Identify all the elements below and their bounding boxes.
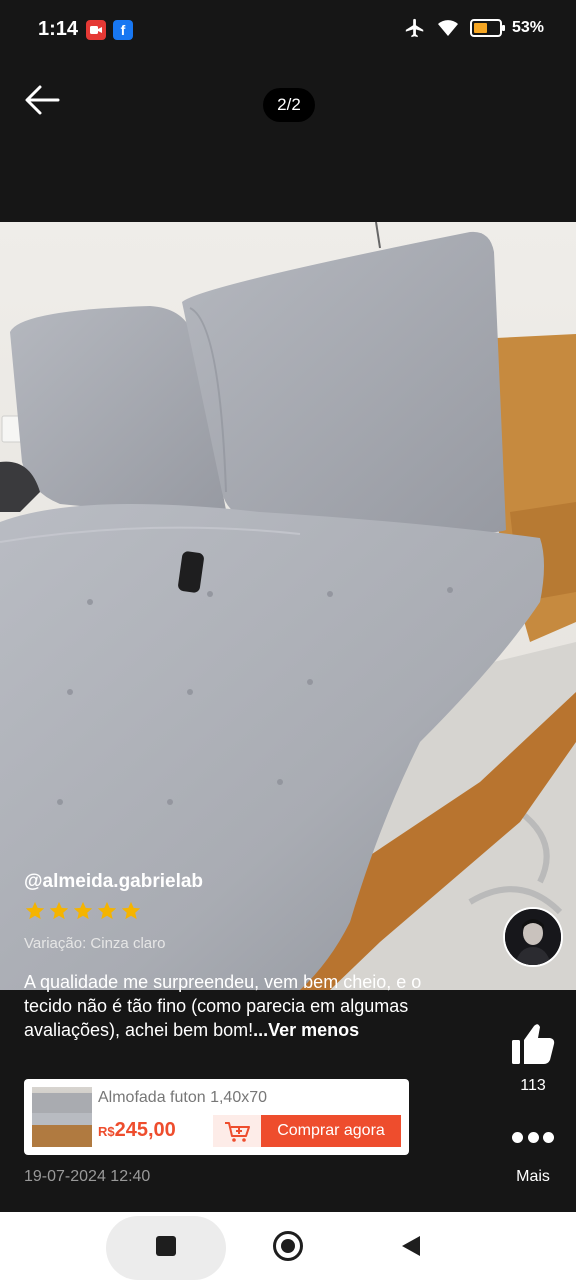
status-indicators: 53% <box>404 17 544 39</box>
reviewer-username[interactable]: @almeida.gabrielab <box>24 871 203 893</box>
wifi-icon <box>437 20 458 36</box>
status-time: 1:14 <box>38 18 79 40</box>
product-price: R$245,00 <box>98 1119 176 1142</box>
like-button[interactable] <box>510 1022 556 1066</box>
product-thumbnail <box>32 1087 92 1147</box>
facebook-notification-icon: f <box>113 20 133 40</box>
more-label[interactable]: Mais <box>503 1168 563 1186</box>
status-bar: 1:14 f 53% <box>0 0 576 60</box>
add-to-cart-icon <box>225 1122 250 1142</box>
battery-fill <box>473 23 487 33</box>
star-icon <box>121 901 141 920</box>
battery-percent: 53% <box>511 19 544 36</box>
airplane-mode-icon <box>405 18 424 38</box>
avatar-image <box>505 909 561 965</box>
video-record-notification-icon <box>86 20 106 40</box>
review-date: 19-07-2024 12:40 <box>24 1168 151 1185</box>
star-icon <box>25 901 45 920</box>
toggle-text-link[interactable]: ...Ver menos <box>253 1020 359 1040</box>
product-card[interactable]: Almofada futon 1,40x70 R$245,00 Comprar … <box>24 1079 409 1155</box>
system-back-button[interactable] <box>400 1234 422 1258</box>
home-button[interactable] <box>273 1231 303 1261</box>
image-counter: 2/2 <box>263 88 315 122</box>
price-currency: R$ <box>98 1124 115 1139</box>
variation-label: Variação: Cinza claro <box>24 935 166 952</box>
review-text: A qualidade me surpreendeu, vem bem chei… <box>24 970 444 1042</box>
star-icon <box>97 901 117 920</box>
back-triangle-icon <box>402 1236 420 1256</box>
battery-icon <box>469 19 505 37</box>
more-options-icon[interactable] <box>512 1132 554 1144</box>
buy-now-button[interactable]: Comprar agora <box>261 1115 401 1147</box>
review-body: A qualidade me surpreendeu, vem bem chei… <box>24 972 422 1040</box>
star-icon <box>73 901 93 920</box>
add-to-cart-button[interactable] <box>213 1115 261 1147</box>
arrow-left-icon <box>25 85 60 115</box>
back-button[interactable] <box>22 82 62 118</box>
recent-apps-button[interactable] <box>156 1236 176 1256</box>
reviewer-avatar[interactable] <box>503 907 563 967</box>
thumbs-up-icon <box>512 1024 555 1064</box>
rating-stars <box>24 900 142 922</box>
like-count: 113 <box>520 1077 546 1094</box>
price-value: 245,00 <box>114 1119 176 1141</box>
star-icon <box>49 901 69 920</box>
product-name: Almofada futon 1,40x70 <box>98 1089 268 1106</box>
system-nav-bar <box>0 1212 576 1280</box>
